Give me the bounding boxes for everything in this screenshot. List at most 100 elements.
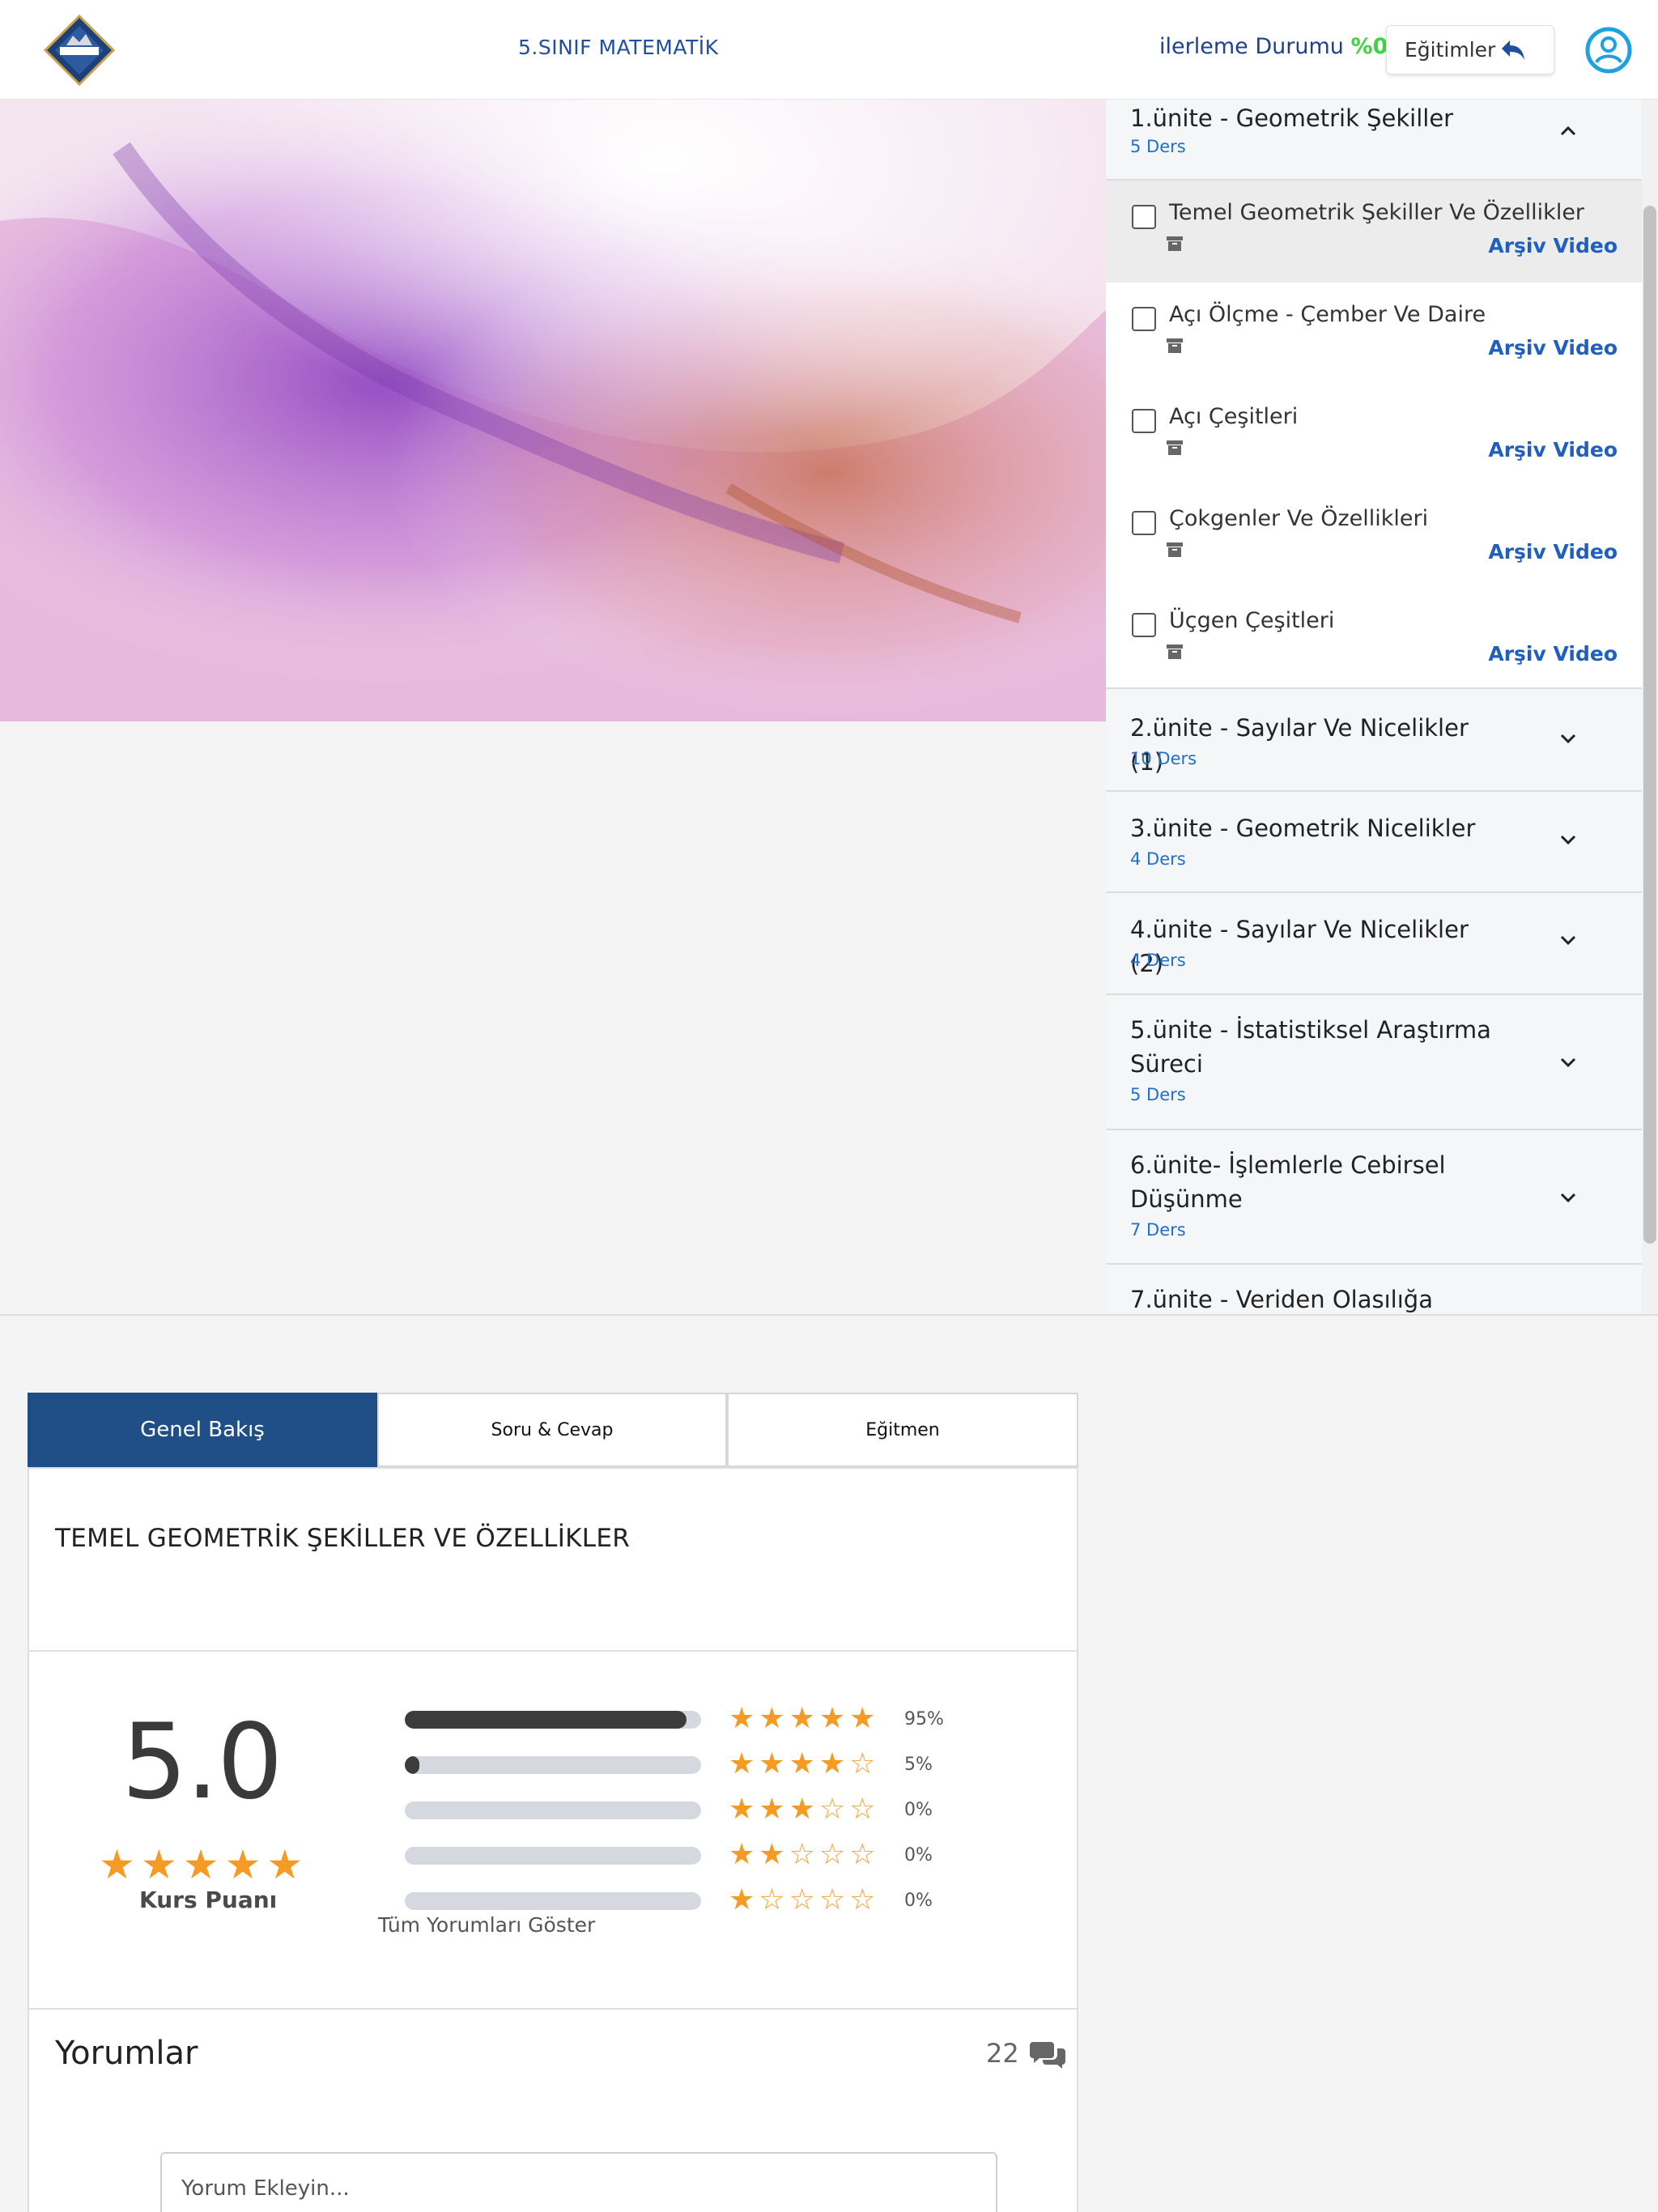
unit-lesson-count: 5 Ders [1130,137,1186,156]
course-title: 5.SINIF MATEMATİK [518,36,719,59]
star-icon: ★ [818,1702,846,1735]
star-icon: ★ [182,1841,219,1888]
unit-header-4[interactable]: 4.ünite - Sayılar Ve Nicelikler (2) 4 De… [1106,893,1642,995]
comments-title: Yorumlar [55,2035,198,2072]
star-outline-icon: ☆ [849,1747,876,1780]
lesson-title[interactable]: Üçgen Çeşitleri [1169,608,1334,633]
unit-lesson-count: 5 Ders [1130,1085,1186,1104]
rating-row-stars: ★ ★ ★ ★ ☆ [729,1750,875,1779]
lesson-item[interactable]: Temel Geometrik Şekiller Ve Özellikler A… [1106,181,1642,283]
lesson-item[interactable]: Açı Ölçme - Çember Ve Daire Arşiv Video [1106,283,1642,385]
unit-header-1[interactable]: 1.ünite - Geometrik Şekiller 5 Ders [1106,100,1642,181]
archive-video-link[interactable]: Arşiv Video [1488,234,1618,257]
star-outline-icon: ☆ [818,1793,846,1826]
sidebar-scrollbar-thumb[interactable] [1643,206,1656,1244]
unit-title: 7.ünite - Veriden Olasılığa [1130,1286,1433,1313]
archive-video-link[interactable]: Arşiv Video [1488,540,1618,564]
star-icon: ★ [759,1747,785,1780]
rating-row-stars: ★ ☆ ☆ ☆ ☆ [729,1886,875,1915]
lesson-title[interactable]: Açı Çeşitleri [1169,404,1298,429]
archive-video-link[interactable]: Arşiv Video [1488,438,1618,462]
chevron-down-icon[interactable] [1556,726,1580,751]
tab-questions-answers[interactable]: Soru & Cevap [377,1393,727,1467]
archive-icon [1167,338,1183,353]
chevron-down-icon[interactable] [1556,1050,1580,1074]
archive-video-link[interactable]: Arşiv Video [1488,642,1618,666]
unit-title: 6.ünite- İşlemlerle Cebirsel Düşünme [1130,1151,1446,1213]
comments-icon [1030,2042,1065,2069]
video-player[interactable] [0,100,1106,721]
lesson-item[interactable]: Açı Çeşitleri Arşiv Video [1106,385,1642,487]
rating-bar [405,1802,701,1819]
star-icon: ★ [849,1702,876,1735]
unit-header-2[interactable]: 2.ünite - Sayılar Ve Nicelikler (1) 10 D… [1106,691,1642,792]
rating-bar-fill [405,1711,687,1729]
chevron-down-icon[interactable] [1556,1185,1580,1210]
tab-instructor[interactable]: Eğitmen [727,1393,1078,1467]
course-stars: ★ ★ ★ ★ ★ [99,1844,303,1885]
star-icon: ★ [99,1841,135,1888]
archive-video-link[interactable]: Arşiv Video [1488,336,1618,359]
tab-overview[interactable]: Genel Bakış [28,1393,377,1467]
star-outline-icon: ☆ [789,1838,815,1871]
video-frame-image [0,100,1106,721]
star-icon: ★ [729,1793,755,1826]
star-icon: ★ [729,1702,755,1735]
show-all-reviews-link[interactable]: Tüm Yorumları Göster [378,1913,595,1937]
comments-count: 22 [986,2038,1019,2069]
chevron-down-icon[interactable] [1556,928,1580,952]
progress-percent: %0 [1350,34,1388,59]
lesson-checkbox[interactable] [1132,205,1156,229]
rating-bar [405,1756,701,1774]
star-icon: ★ [224,1841,261,1888]
trainings-button-label: Eğitimler [1405,38,1496,62]
rating-bar-fill [405,1756,419,1774]
rating-bar [405,1711,701,1729]
unit-header-5[interactable]: 5.ünite - İstatistiksel Araştırma Süreci… [1106,995,1642,1130]
rating-row-stars: ★ ★ ★ ☆ ☆ [729,1795,875,1824]
star-icon: ★ [729,1838,755,1871]
star-outline-icon: ☆ [849,1793,876,1826]
unit-header-6[interactable]: 6.ünite- İşlemlerle Cebirsel Düşünme 7 D… [1106,1130,1642,1265]
unit-title: 3.ünite - Geometrik Nicelikler [1130,815,1476,842]
unit-header-3[interactable]: 3.ünite - Geometrik Nicelikler 4 Ders [1106,792,1642,893]
star-outline-icon: ☆ [818,1838,846,1871]
star-icon: ★ [789,1793,815,1826]
archive-icon [1167,236,1183,251]
top-header: 5.SINIF MATEMATİK ilerleme Durumu %0 Eği… [0,0,1658,100]
chevron-down-icon[interactable] [1556,827,1580,852]
unit-title: 2.ünite - Sayılar Ve Nicelikler (1) [1130,714,1469,776]
rating-row-percent: 5% [904,1755,933,1775]
school-logo[interactable] [42,15,117,86]
rating-bar [405,1847,701,1865]
rating-row-percent: 0% [904,1891,933,1911]
lesson-item[interactable]: Üçgen Çeşitleri Arşiv Video [1106,589,1642,689]
lesson-checkbox[interactable] [1132,307,1156,331]
lesson-title[interactable]: Açı Ölçme - Çember Ve Daire [1169,302,1486,327]
unit-lesson-count: 4 Ders [1130,951,1186,970]
lesson-checkbox[interactable] [1132,613,1156,637]
progress-status: ilerleme Durumu %0 [1159,34,1388,59]
lesson-title[interactable]: Çokgenler Ve Özellikleri [1169,506,1428,531]
unit-lesson-count: 7 Ders [1130,1220,1186,1240]
lesson-item[interactable]: Çokgenler Ve Özellikleri Arşiv Video [1106,487,1642,589]
lesson-title[interactable]: Temel Geometrik Şekiller Ve Özellikler [1169,200,1584,225]
chevron-up-icon[interactable] [1556,119,1580,143]
lesson-heading: TEMEL GEOMETRİK ŞEKİLLER VE ÖZELLİKLER [55,1524,631,1553]
star-outline-icon: ☆ [818,1883,846,1916]
user-account-icon[interactable] [1585,27,1632,74]
archive-icon [1167,440,1183,455]
reply-arrow-icon [1502,40,1524,60]
star-icon: ★ [729,1747,755,1780]
lesson-checkbox[interactable] [1132,511,1156,535]
star-outline-icon: ☆ [789,1883,815,1916]
trainings-button[interactable]: Eğitimler [1386,25,1554,74]
star-icon: ★ [759,1793,785,1826]
star-icon: ★ [789,1702,815,1735]
star-outline-icon: ☆ [759,1883,785,1916]
rating-row-percent: 0% [904,1800,933,1820]
lesson-checkbox[interactable] [1132,409,1156,433]
comment-input[interactable] [160,2152,997,2212]
star-icon: ★ [759,1838,785,1871]
unit-header-7[interactable]: 7.ünite - Veriden Olasılığa [1106,1265,1642,1314]
